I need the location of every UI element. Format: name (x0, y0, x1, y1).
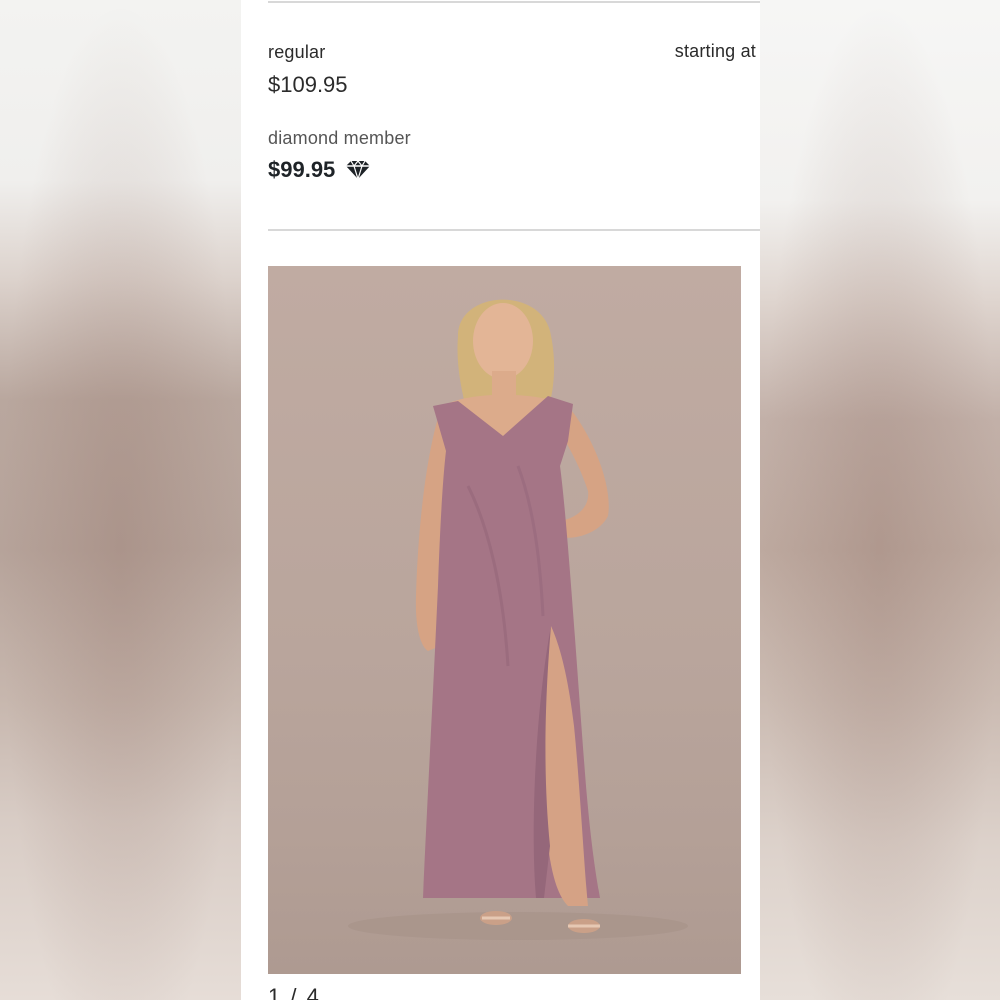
member-price-row: $99.95 (268, 157, 371, 183)
member-price-label: diamond member (268, 128, 411, 148)
image-pager: 1 / 4 (268, 984, 321, 1000)
blurred-backdrop-left (0, 0, 241, 1000)
starting-at-label: starting at (674, 41, 756, 61)
product-image[interactable] (268, 266, 741, 974)
diamond-icon (345, 160, 371, 180)
regular-price: $109.95 (268, 72, 348, 97)
product-page: regular $109.95 starting at diamond memb… (241, 0, 760, 1000)
screenshot-frame: regular $109.95 starting at diamond memb… (0, 0, 1000, 1000)
divider (268, 1, 760, 3)
regular-price-label: regular (268, 42, 326, 62)
blurred-backdrop-right (760, 0, 1000, 1000)
divider (268, 229, 760, 231)
member-price: $99.95 (268, 157, 336, 182)
